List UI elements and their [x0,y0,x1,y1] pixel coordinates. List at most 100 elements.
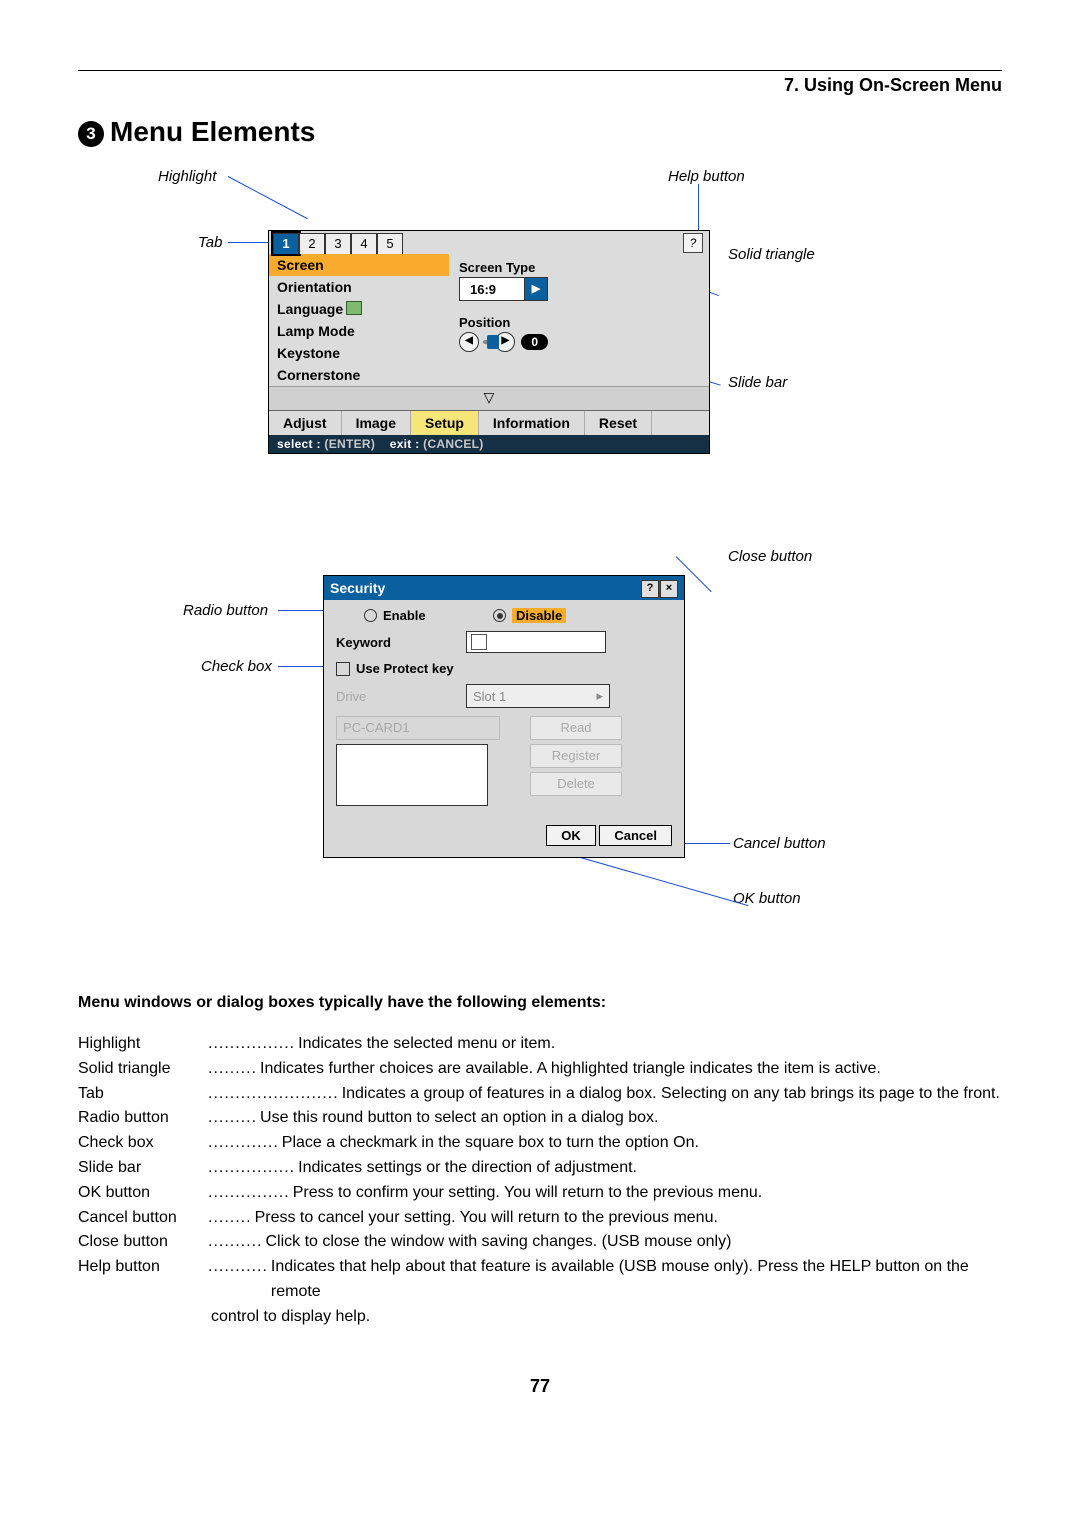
def-term: Radio button [78,1106,208,1131]
dialog-title-text: Security [330,580,385,596]
def-dots: ........................ [208,1082,339,1107]
osd-bottom-tabs: Adjust Image Setup Information Reset [269,410,709,435]
left-item-keystone[interactable]: Keystone [269,342,449,364]
osd-tab-5[interactable]: 5 [377,233,403,254]
help-icon[interactable]: ? [683,233,703,253]
menu-diagram: Highlight Help button Tab Solid triangle… [78,170,1002,510]
def-dots: .......... [208,1230,262,1255]
left-item-screen[interactable]: Screen [269,254,449,276]
position-slider[interactable]: ◀ ▶ 0 [459,332,548,352]
section-title-text: Menu Elements [110,116,315,147]
solid-triangle-icon[interactable]: ▶ [524,278,547,300]
section-number-badge: 3 [78,121,104,147]
osd-right-panel: Screen Type 16:9 ▶ Position ◀ ▶ 0 [449,254,552,386]
def-dots: ......... [208,1106,257,1131]
def-dots: ................ [208,1032,295,1057]
osd-footer: select : (ENTER) exit : (CANCEL) [269,435,709,453]
drive-value: Slot 1 [473,689,506,704]
section-title: 3Menu Elements [78,116,1002,148]
tab-information[interactable]: Information [479,411,585,435]
chevron-right-icon: ▸ [596,688,603,704]
def-dots: ............. [208,1131,279,1156]
label-solid-triangle: Solid triangle [728,246,815,263]
language-icon [346,301,362,315]
def-text: Place a checkmark in the square box to t… [279,1131,1002,1156]
def-text: Press to cancel your setting. You will r… [252,1206,1002,1231]
radio-enable[interactable] [364,609,377,622]
label-tab: Tab [198,234,222,251]
footer-exit: exit : [390,437,420,451]
def-text: Indicates that help about that feature i… [268,1255,1002,1305]
label-slide-bar: Slide bar [728,374,787,391]
osd-tab-row: 1 2 3 4 5 ? [269,231,709,254]
def-row-tab: Tab........................Indicates a g… [78,1082,1002,1107]
label-cancel-button: Cancel button [733,835,826,852]
radio-disable[interactable] [493,609,506,622]
def-dots: ................ [208,1156,295,1181]
tab-setup[interactable]: Setup [411,411,479,435]
ok-button[interactable]: OK [546,825,596,846]
protect-key-checkbox[interactable] [336,662,350,676]
def-term: Solid triangle [78,1057,208,1082]
leader-ok [556,850,749,906]
leader-help [698,184,699,236]
def-text: Indicates the selected menu or item. [295,1032,1002,1057]
left-item-lamp-mode[interactable]: Lamp Mode [269,320,449,342]
chevron-down-icon[interactable]: ▽ [269,386,709,410]
footer-select: select : [277,437,321,451]
cancel-button[interactable]: Cancel [599,825,672,846]
osd-menu: 1 2 3 4 5 ? Screen Orientation Language … [268,230,710,454]
def-dots: ............... [208,1181,290,1206]
def-term: Cancel button [78,1206,208,1231]
left-item-orientation[interactable]: Orientation [269,276,449,298]
osd-tab-2[interactable]: 2 [299,233,325,254]
def-text: Use this round button to select an optio… [257,1106,1002,1131]
header-rule [78,70,1002,71]
register-button[interactable]: Register [530,744,622,768]
def-row-close: Close button..........Click to close the… [78,1230,1002,1255]
screen-type-dropdown[interactable]: 16:9 ▶ [459,277,548,301]
def-row-help-cont: control to display help. [78,1305,1002,1330]
osd-tab-1[interactable]: 1 [273,233,299,254]
def-row-solid-triangle: Solid triangle.........Indicates further… [78,1057,1002,1082]
delete-button[interactable]: Delete [530,772,622,796]
left-item-cornerstone[interactable]: Cornerstone [269,364,449,386]
def-dots: ......... [208,1057,257,1082]
def-term: Tab [78,1082,208,1107]
def-text: Indicates settings or the direction of a… [295,1156,1002,1181]
tab-adjust[interactable]: Adjust [269,411,342,435]
def-term: Help button [78,1255,208,1305]
def-text: Click to close the window with saving ch… [262,1230,1002,1255]
def-row-radio: Radio button.........Use this round butt… [78,1106,1002,1131]
label-close-button: Close button [728,548,812,565]
slider-handle[interactable] [487,335,499,349]
help-icon[interactable]: ? [641,580,659,598]
osd-tab-3[interactable]: 3 [325,233,351,254]
tab-reset[interactable]: Reset [585,411,652,435]
keyboard-icon [471,634,487,650]
protect-key-label: Use Protect key [356,661,454,676]
tab-image[interactable]: Image [342,411,411,435]
slider-left-icon[interactable]: ◀ [459,332,479,352]
slider-value: 0 [521,334,548,350]
footer-cancel: (CANCEL) [423,437,483,451]
dialog-titlebar: Security ?× [324,576,684,600]
leader-highlight [228,176,308,219]
left-item-language[interactable]: Language [269,298,449,320]
left-item-language-text: Language [277,301,343,317]
read-button[interactable]: Read [530,716,622,740]
radio-disable-label: Disable [512,608,566,623]
drive-select[interactable]: Slot 1 ▸ [466,684,610,708]
osd-tab-4[interactable]: 4 [351,233,377,254]
def-row-cancel: Cancel button........Press to cancel you… [78,1206,1002,1231]
slider-track[interactable] [483,340,491,344]
close-icon[interactable]: × [660,580,678,598]
def-dots: ........ [208,1206,252,1231]
label-highlight: Highlight [158,168,216,185]
def-row-help: Help button...........Indicates that hel… [78,1255,1002,1305]
dialog-diagram: Close button Radio button Check box Canc… [78,540,1002,940]
screen-type-label: Screen Type [459,260,548,275]
footer-enter: (ENTER) [324,437,375,451]
keyword-input[interactable] [466,631,606,653]
def-term: Close button [78,1230,208,1255]
